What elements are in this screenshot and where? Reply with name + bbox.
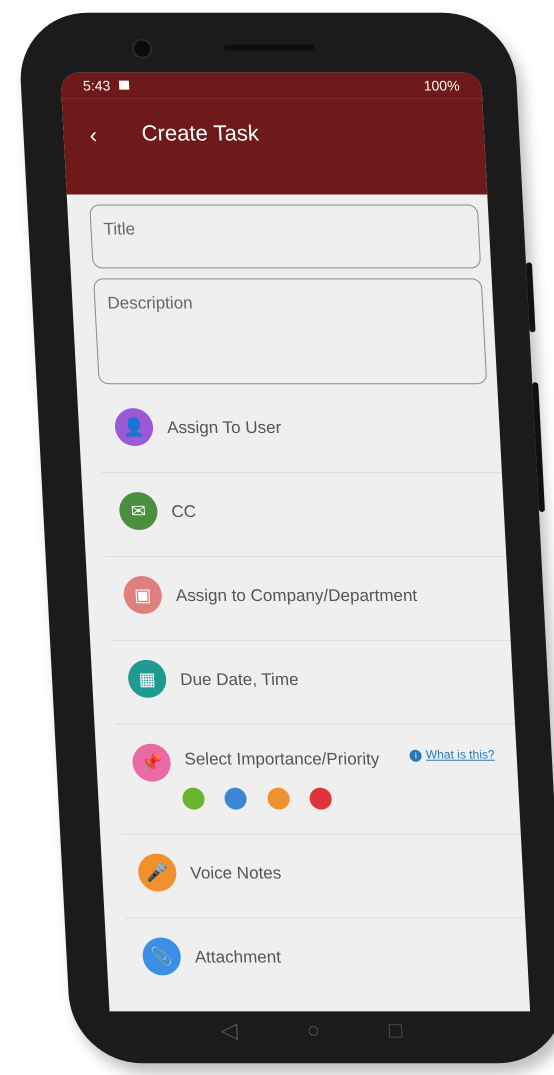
nav-home-button[interactable]: ○ [306, 1017, 321, 1043]
battery-level: 100% [423, 77, 460, 94]
app-bar: ‹ Create Task [61, 98, 488, 195]
power-button [532, 382, 545, 513]
what-is-this-link[interactable]: i What is this? [409, 748, 495, 762]
title-placeholder: Title [103, 219, 136, 239]
status-bar: 5:43 100% [60, 72, 483, 99]
priority-orange-dot[interactable] [266, 787, 291, 810]
nav-recent-button[interactable]: □ [388, 1017, 403, 1043]
mic-icon: 🎤 [137, 853, 178, 892]
due-date-row[interactable]: ▦ Due Date, Time [110, 639, 516, 725]
attachment-row[interactable]: 📎 Attachment [125, 917, 530, 1001]
description-field[interactable]: Description [93, 278, 488, 385]
priority-green-dot[interactable] [181, 787, 206, 810]
paperclip-icon: 📎 [141, 937, 182, 976]
priority-row: 📌 Select Importance/Priority i What is th… [114, 723, 521, 835]
voice-notes-label: Voice Notes [189, 863, 282, 883]
voice-notes-row[interactable]: 🎤 Voice Notes [120, 833, 526, 919]
calendar-icon: ▦ [127, 659, 168, 698]
pin-icon: 📌 [131, 743, 172, 782]
cc-row[interactable]: ✉ CC [101, 472, 507, 557]
android-nav-bar: ◁ ○ □ [110, 1011, 533, 1055]
back-button[interactable]: ‹ [89, 123, 98, 149]
volume-button [525, 262, 536, 333]
phone-frame: 5:43 100% ‹ Create Task Title Descriptio… [17, 12, 554, 1064]
what-is-this-text: What is this? [425, 747, 495, 762]
priority-red-dot[interactable] [309, 787, 333, 810]
page-title: Create Task [140, 120, 260, 146]
description-placeholder: Description [106, 293, 194, 313]
priority-options [181, 787, 349, 815]
cc-label: CC [170, 502, 197, 522]
due-date-label: Due Date, Time [179, 669, 300, 689]
title-field[interactable]: Title [89, 204, 482, 269]
attachment-label: Attachment [194, 947, 282, 967]
assign-company-label: Assign to Company/Department [175, 585, 418, 605]
status-time: 5:43 [82, 77, 111, 94]
person-icon: 👤 [113, 408, 155, 447]
screen: 5:43 100% ‹ Create Task Title Descriptio… [60, 72, 531, 1012]
assign-company-row[interactable]: ▣ Assign to Company/Department [105, 555, 511, 641]
info-icon: i [409, 749, 423, 762]
image-notification-icon [118, 80, 130, 90]
mail-icon: ✉ [118, 492, 159, 531]
assign-user-row[interactable]: 👤 Assign To User [96, 388, 502, 474]
nav-back-button[interactable]: ◁ [220, 1017, 238, 1043]
speaker-grille [224, 44, 315, 51]
priority-label: Select Importance/Priority [183, 749, 380, 769]
assign-user-label: Assign To User [166, 418, 282, 438]
front-camera [131, 38, 153, 59]
briefcase-icon: ▣ [122, 575, 163, 614]
priority-blue-dot[interactable] [224, 787, 248, 810]
